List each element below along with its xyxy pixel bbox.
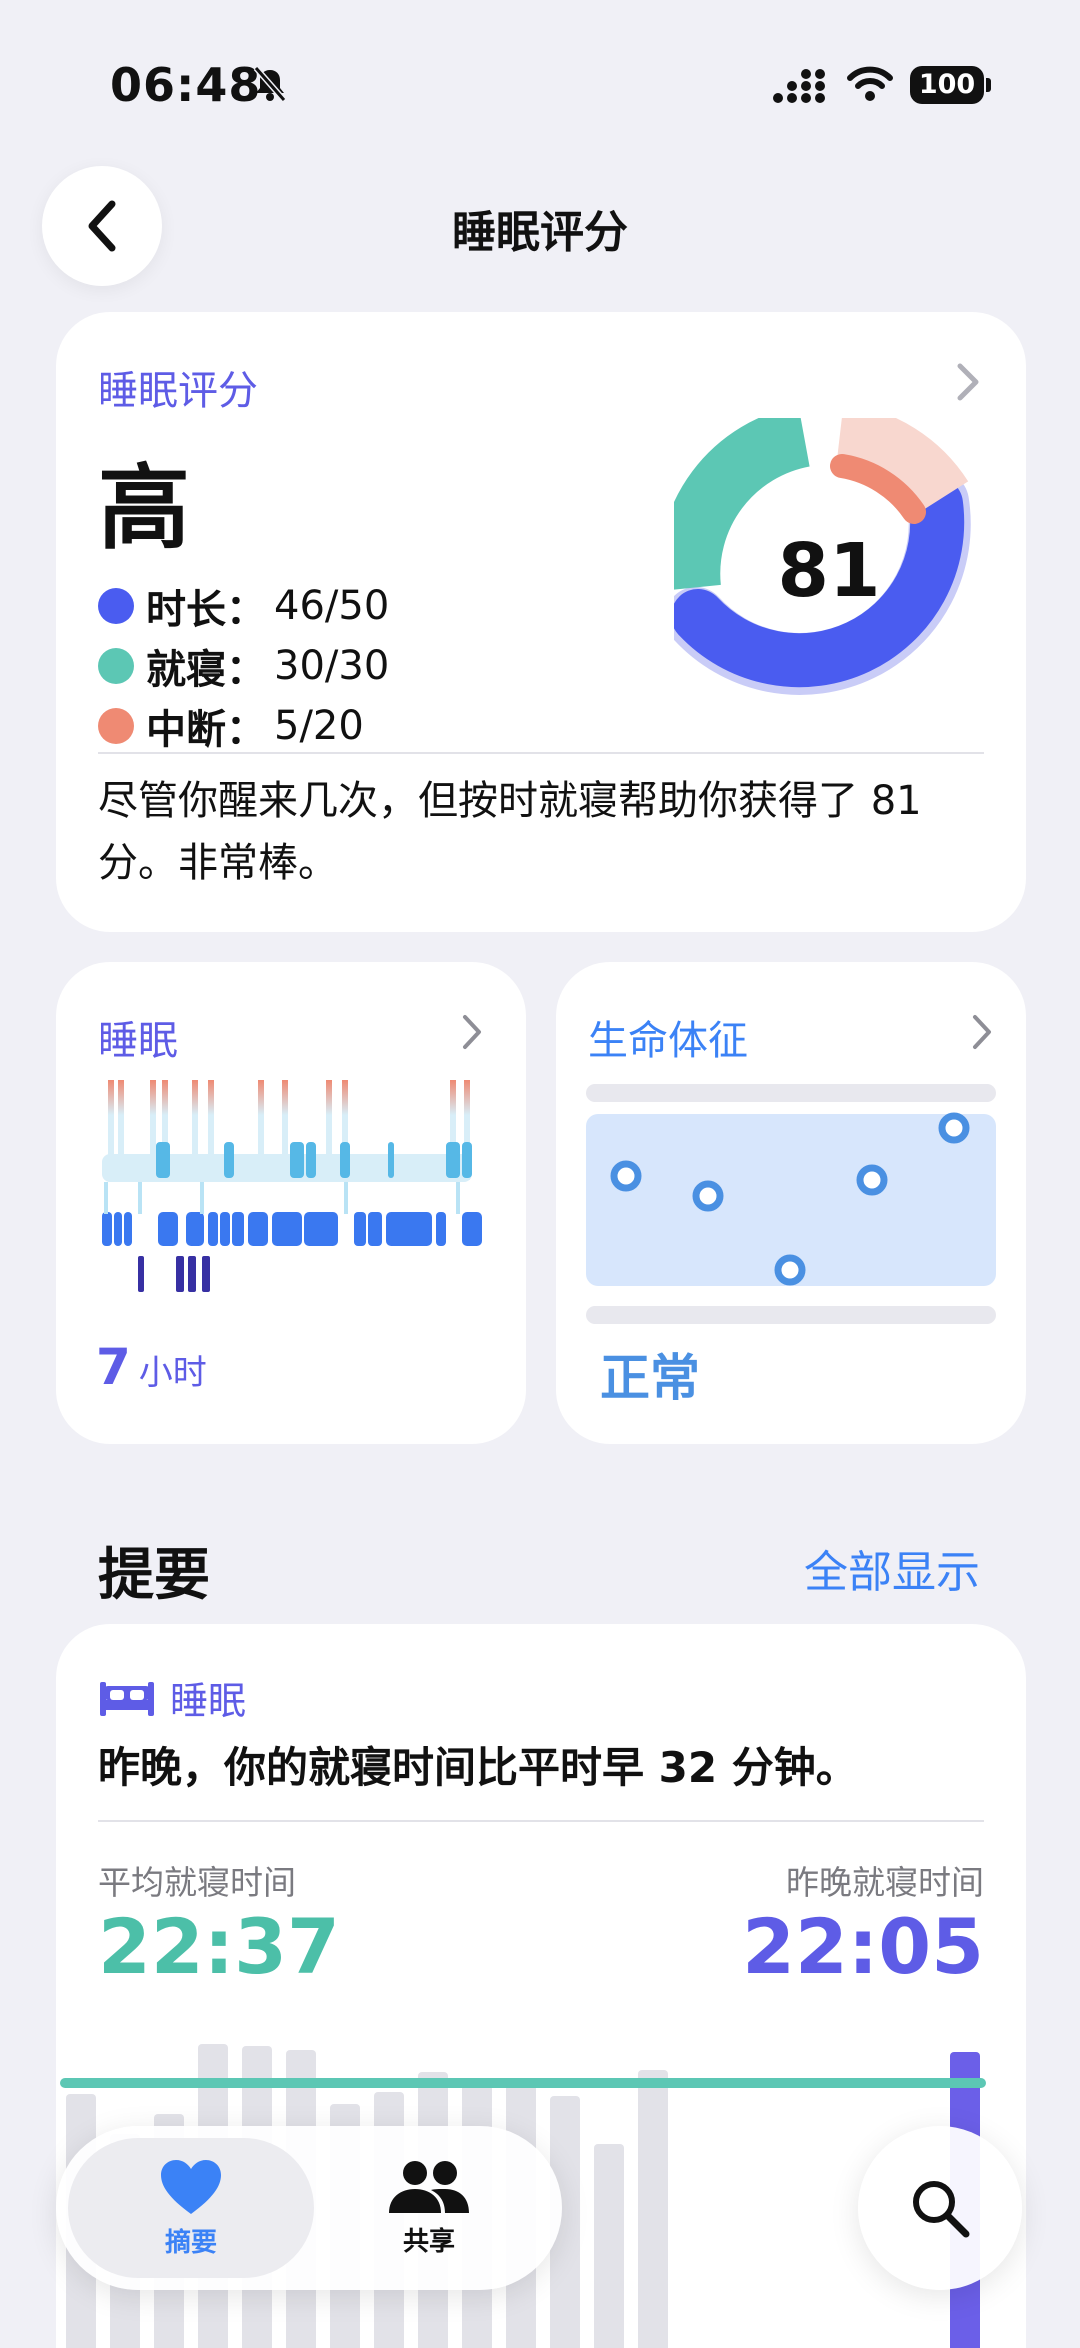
silent-bell-icon — [253, 66, 287, 102]
legend-dot — [98, 588, 134, 624]
vitals-status: 正常 — [600, 1349, 700, 1407]
highlight-headline: 昨晚，你的就寝时间比平时早 32 分钟。 — [98, 1743, 858, 1792]
card-label: 睡眠评分 — [98, 368, 258, 414]
show-all-link[interactable]: 全部显示 — [804, 1536, 980, 1600]
search-button[interactable] — [858, 2126, 1022, 2290]
sleep-hours: 7 小时 — [96, 1338, 207, 1396]
legend-label: 就寝： — [146, 647, 266, 693]
avg-bedtime-label: 平均就寝时间 — [98, 1863, 296, 1902]
legend-dot — [98, 648, 134, 684]
chevron-right-icon — [957, 363, 979, 401]
divider — [98, 1820, 984, 1822]
status-bar: 06:48 100 — [0, 0, 1080, 170]
score-description: 尽管你醒来几次，但按时就寝帮助你获得了 81分。非常棒。 — [98, 778, 922, 886]
tab-summary[interactable]: 摘要 — [68, 2138, 314, 2278]
score-ring-chart: 81 — [674, 418, 971, 695]
last-bedtime-value: 22:05 — [742, 1902, 984, 1991]
tab-bar: 摘要 共享 — [56, 2126, 562, 2290]
cellular-signal-icon — [773, 69, 825, 103]
section-title: 提要 — [98, 1543, 210, 1608]
legend-value: 5/20 — [274, 703, 364, 749]
legend-value: 46/50 — [274, 583, 390, 629]
tab-label: 共享 — [402, 2226, 455, 2257]
legend-label: 时长： — [146, 587, 266, 633]
wifi-icon — [847, 66, 893, 101]
highlight-tag-label: 睡眠 — [170, 1679, 247, 1723]
divider — [98, 752, 984, 754]
battery-indicator: 100 — [910, 66, 991, 104]
chevron-right-icon — [463, 1015, 481, 1049]
highlight-tag: 睡眠 — [100, 1670, 246, 1725]
bed-icon — [100, 1681, 154, 1716]
avg-bedtime-value: 22:37 — [98, 1902, 340, 1991]
sleep-stages-chart — [102, 1080, 482, 1292]
hours-value: 7 — [96, 1338, 131, 1396]
legend-dot — [98, 708, 134, 744]
chevron-right-icon — [973, 1015, 991, 1049]
heart-icon — [161, 2159, 221, 2214]
legend-interruptions: 中断： 5/20 — [98, 698, 364, 754]
status-time: 06:48 — [110, 58, 262, 112]
sleep-card[interactable]: 睡眠 7 小时 — [56, 962, 526, 1444]
card-label: 睡眠 — [98, 1018, 178, 1064]
score-value: 81 — [778, 528, 881, 614]
hours-unit: 小时 — [138, 1353, 207, 1393]
legend-bedtime: 就寝： 30/30 — [98, 638, 389, 694]
legend-duration: 时长： 46/50 — [98, 578, 389, 634]
search-icon — [913, 2181, 970, 2238]
sleep-score-card[interactable]: 睡眠评分 高 时长： 46/50 就寝： 30/30 中断： 5/20 81 尽… — [56, 312, 1026, 932]
legend-value: 30/30 — [274, 643, 390, 689]
card-label: 生命体征 — [588, 1018, 748, 1064]
people-icon — [389, 2160, 469, 2213]
legend-label: 中断： — [146, 707, 266, 753]
tab-sharing[interactable]: 共享 — [306, 2138, 552, 2278]
tab-label: 摘要 — [164, 2227, 217, 2258]
last-bedtime-label: 昨晚就寝时间 — [786, 1863, 984, 1902]
score-level: 高 — [98, 455, 191, 562]
vitals-card[interactable]: 生命体征 正常 — [556, 962, 1026, 1444]
page-title: 睡眠评分 — [452, 207, 628, 258]
vitals-range-chart — [586, 1084, 996, 1324]
